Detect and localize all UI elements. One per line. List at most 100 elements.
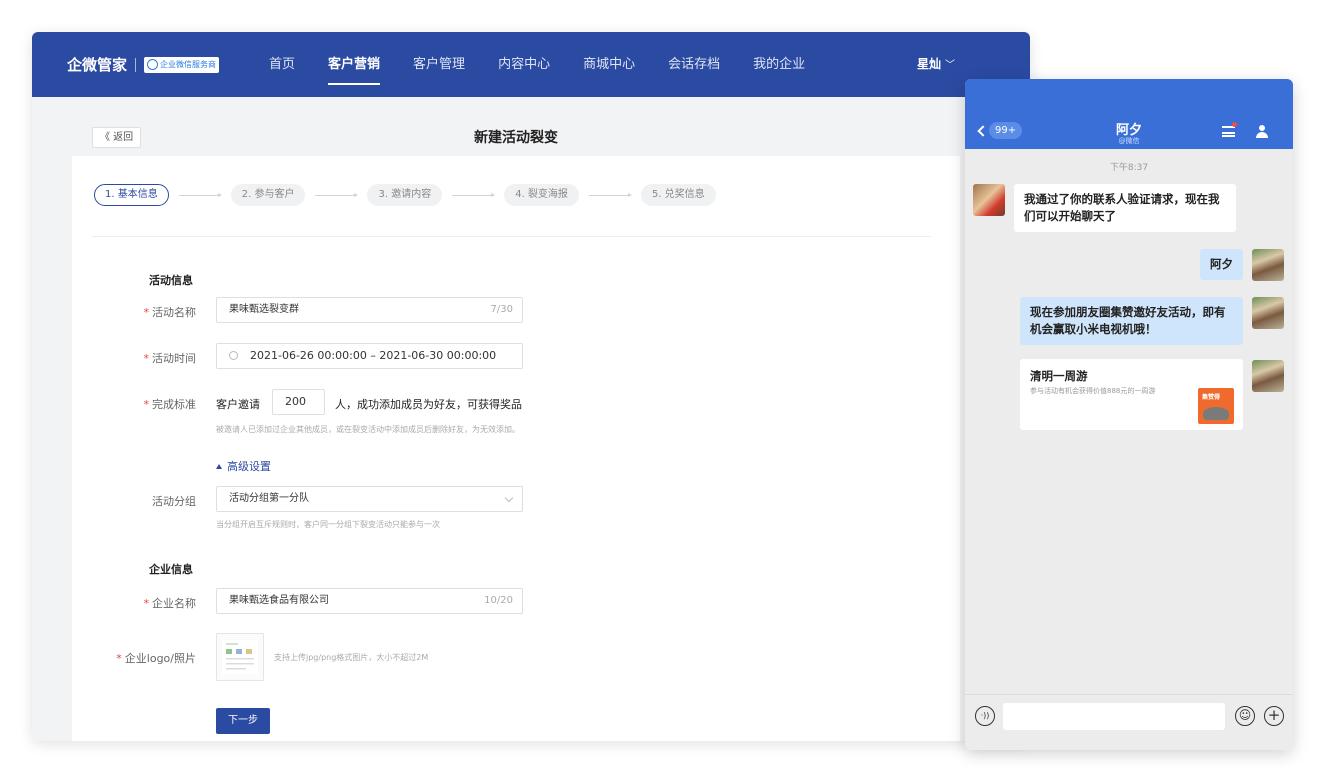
arrow-right-icon — [315, 192, 359, 197]
activity-group-select[interactable]: 活动分组第一分队 — [216, 486, 523, 512]
nav-customer-marketing[interactable]: 客户营销 — [328, 32, 381, 97]
step-redeem[interactable]: 5. 兑奖信息 — [640, 184, 716, 206]
step-poster[interactable]: 4. 裂变海报 — [504, 184, 579, 206]
nav-content-center[interactable]: 内容中心 — [498, 32, 550, 97]
company-name-input[interactable]: 果味甄选食品有限公司 10/20 — [216, 588, 523, 614]
message-bubble-incoming: 我通过了你的联系人验证请求，现在我们可以开始聊天了 — [1014, 184, 1236, 232]
badge-label: 企业微信服务商 — [160, 60, 217, 69]
person-icon[interactable] — [1255, 125, 1269, 139]
notification-dot-icon — [1232, 122, 1237, 127]
back-button[interactable]: 《 返回 — [92, 127, 142, 148]
activity-name-input[interactable]: 果味甄选裂变群 7/30 — [216, 297, 523, 323]
arrow-right-icon — [178, 192, 222, 197]
logo-hint: 支持上传jpg/png格式图片，大小不超过2M — [274, 653, 429, 662]
activity-name-label: * 活动名称 — [76, 304, 197, 320]
step-basic-info[interactable]: 1. 基本信息 — [94, 184, 169, 206]
completion-standard-label: * 完成标准 — [76, 396, 197, 412]
form-panel: 《 返回 新建活动裂变 1. 基本信息 2. 参与客户 3. 邀请内容 4. 裂… — [72, 118, 960, 741]
next-step-button[interactable]: 下一步 — [216, 708, 270, 734]
label-text: 完成标准 — [152, 398, 196, 411]
step-invite-content[interactable]: 3. 邀请内容 — [367, 184, 443, 206]
message-bubble-outgoing: 现在参加朋友圈集赞邀好友活动，即有机会赢取小米电视机哦！ — [1020, 297, 1243, 345]
link-card-message[interactable]: 清明一周游 参与活动有机会获得价值888元的一周游 集赞得 — [1020, 359, 1243, 430]
required-mark: * — [143, 597, 150, 610]
arrow-right-icon — [588, 192, 632, 197]
voice-icon[interactable]: ·)) — [975, 706, 995, 726]
input-value: 2021-06-26 00:00:00 – 2021-06-30 00:00:0… — [250, 349, 497, 362]
advanced-settings-toggle[interactable]: 高级设置 — [216, 458, 271, 474]
clock-icon — [229, 351, 238, 360]
input-value: 200 — [285, 395, 306, 408]
group-hint: 当分组开启互斥规则时，客户同一分组下裂变活动只能参与一次 — [216, 520, 440, 529]
label-text: 企业logo/照片 — [124, 652, 196, 665]
label-text: 企业名称 — [152, 597, 196, 610]
menu-icon[interactable] — [1222, 126, 1235, 137]
top-navbar: 企微管家 企业微信服务商 首页 客户营销 客户管理 内容中心 商城中心 会话存档… — [32, 32, 1030, 97]
nav-chat-archive[interactable]: 会话存档 — [668, 32, 720, 97]
company-logo-label: * 企业logo/照片 — [76, 650, 196, 666]
required-mark: * — [116, 652, 122, 665]
main-nav: 首页 客户营销 客户管理 内容中心 商城中心 会话存档 我的企业 — [269, 32, 838, 97]
triangle-up-icon — [216, 464, 222, 469]
activity-group-label: 活动分组 — [152, 495, 196, 508]
brand-logo: 企微管家 — [67, 56, 128, 74]
select-value: 活动分组第一分队 — [229, 493, 309, 504]
divider — [92, 236, 931, 237]
required-mark: * — [143, 398, 150, 411]
link-text: 高级设置 — [227, 460, 271, 473]
plus-icon[interactable]: + — [1264, 706, 1284, 726]
user-menu[interactable]: 星灿 ﹀ — [917, 32, 955, 97]
label-text: 活动名称 — [152, 306, 196, 319]
input-value: 果味甄选食品有限公司 — [229, 595, 329, 606]
input-value: 果味甄选裂变群 — [229, 304, 299, 315]
char-count: 10/20 — [484, 595, 513, 606]
self-avatar[interactable] — [1252, 297, 1284, 329]
logo-upload[interactable] — [216, 633, 264, 681]
card-title: 清明一周游 — [1030, 369, 1088, 383]
card-thumbnail: 集赞得 — [1198, 388, 1234, 424]
label-text: 活动时间 — [152, 352, 196, 365]
user-name: 星灿 — [917, 57, 942, 71]
nav-mall-center[interactable]: 商城中心 — [583, 32, 635, 97]
chevron-down-icon: ﹀ — [945, 60, 956, 71]
chat-header: 99+ 阿夕 @微信 — [965, 79, 1293, 149]
standard-prefix: 客户邀请 — [216, 398, 260, 411]
message-bubble-outgoing: 阿夕 — [1200, 249, 1243, 280]
nav-customer-management[interactable]: 客户管理 — [413, 32, 465, 97]
chat-window: 99+ 阿夕 @微信 下午8:37 我通过了你的联系人验证请求，现在我们可以开始… — [965, 79, 1293, 750]
required-mark: * — [143, 306, 150, 319]
wecom-icon — [147, 59, 159, 70]
standard-suffix: 人，成功添加成员为好友，可获得奖品 — [335, 398, 522, 411]
step-participants[interactable]: 2. 参与客户 — [230, 184, 306, 206]
chevron-down-icon — [504, 493, 514, 503]
message-input[interactable] — [1003, 703, 1225, 730]
activity-time-label: * 活动时间 — [76, 350, 197, 366]
contact-source: @微信 — [1118, 137, 1140, 145]
arrow-right-icon — [452, 192, 496, 197]
contact-avatar[interactable] — [973, 184, 1005, 216]
self-avatar[interactable] — [1252, 249, 1284, 281]
company-name-label: * 企业名称 — [76, 595, 197, 611]
logo-thumbnail — [222, 640, 258, 674]
service-provider-badge: 企业微信服务商 — [144, 56, 220, 73]
section-company-info: 企业信息 — [149, 563, 193, 576]
thumbnail-label: 集赞得 — [1202, 394, 1221, 401]
chat-input-bar: ·)) ☺ + — [965, 694, 1293, 750]
section-activity-info: 活动信息 — [149, 274, 193, 287]
char-count: 7/30 — [490, 304, 513, 315]
required-mark: * — [143, 352, 150, 365]
card-description: 参与活动有机会获得价值888元的一周游 — [1030, 387, 1156, 395]
nav-home[interactable]: 首页 — [269, 32, 295, 97]
nav-my-company[interactable]: 我的企业 — [753, 32, 805, 97]
activity-time-picker[interactable]: 2021-06-26 00:00:00 – 2021-06-30 00:00:0… — [216, 343, 523, 369]
brand-divider — [135, 57, 137, 72]
invite-count-input[interactable]: 200 — [272, 389, 325, 415]
message-timestamp: 下午8:37 — [1109, 163, 1149, 173]
stepper: 1. 基本信息 2. 参与客户 3. 邀请内容 4. 裂变海报 5. 兑奖信息 — [94, 184, 716, 206]
self-avatar[interactable] — [1252, 360, 1284, 392]
emoji-icon[interactable]: ☺ — [1235, 706, 1255, 726]
admin-window: 企微管家 企业微信服务商 首页 客户营销 客户管理 内容中心 商城中心 会话存档… — [32, 32, 1030, 741]
standard-hint: 被邀请人已添加过企业其他成员，或在裂变活动中添加成员后删除好友，为无效添加。 — [216, 425, 520, 434]
panel-header: 《 返回 新建活动裂变 — [72, 118, 960, 156]
page-title: 新建活动裂变 — [474, 130, 558, 146]
